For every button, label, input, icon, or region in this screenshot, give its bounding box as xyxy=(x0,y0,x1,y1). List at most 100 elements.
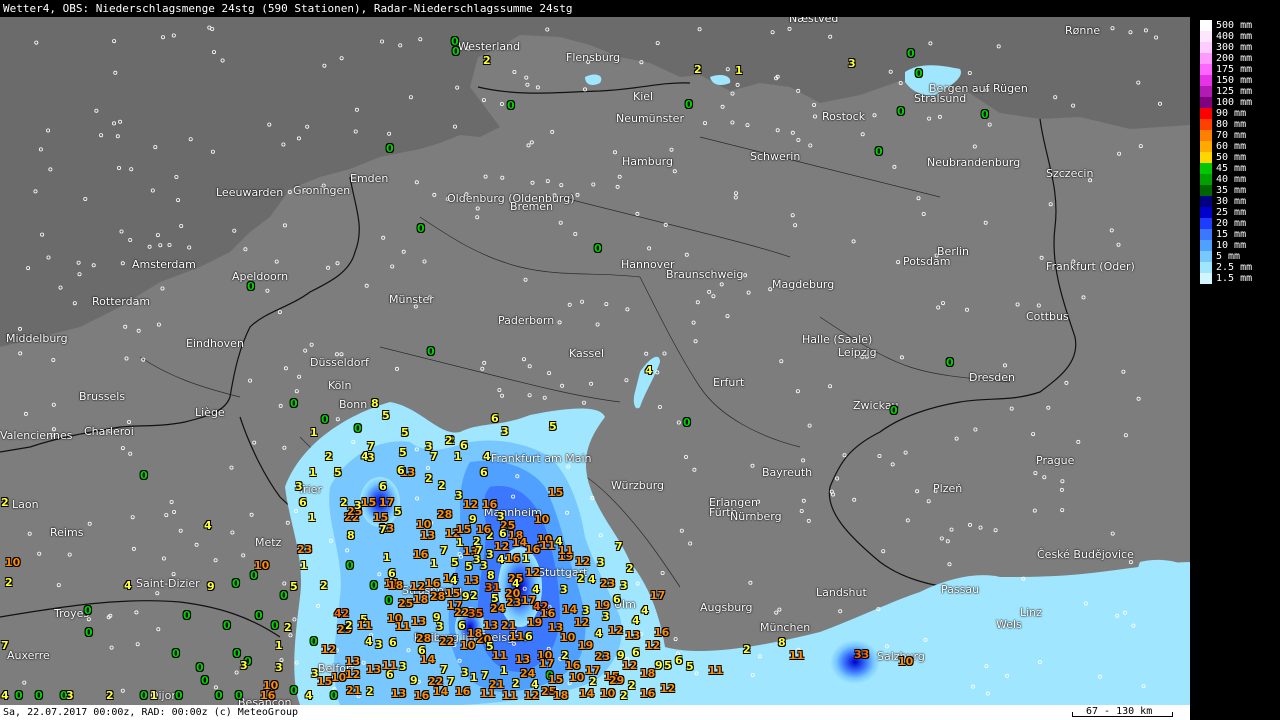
station-marker xyxy=(676,420,681,425)
station-marker xyxy=(872,113,877,118)
station-marker xyxy=(669,147,674,152)
station-marker xyxy=(1036,303,1041,308)
observation-value: 3 xyxy=(275,661,283,674)
observation-value: 3 xyxy=(582,604,590,617)
station-marker xyxy=(527,393,532,398)
city-label: Laon xyxy=(12,498,39,511)
legend-label: 500 mm xyxy=(1216,20,1253,31)
station-marker xyxy=(303,348,308,353)
observation-value: 11 xyxy=(357,619,373,632)
observation-value: 3 xyxy=(597,556,605,569)
observation-value: 13 xyxy=(483,619,499,632)
observation-value: 17 xyxy=(521,594,537,607)
station-marker xyxy=(135,642,140,647)
observation-value: 4 xyxy=(450,574,458,587)
station-marker xyxy=(750,463,755,468)
observation-value: 0 xyxy=(196,661,204,674)
observation-value: 28 xyxy=(416,632,432,645)
station-marker xyxy=(877,453,882,458)
city-label: Wels xyxy=(996,618,1022,631)
observation-value: 15 xyxy=(548,486,564,499)
observation-value: 2 xyxy=(438,479,446,492)
station-marker xyxy=(790,213,795,218)
city-label: Reims xyxy=(50,526,84,539)
legend-swatch xyxy=(1200,174,1212,185)
station-marker xyxy=(526,143,531,148)
observation-value: 5 xyxy=(549,420,557,433)
observation-value: 16 xyxy=(640,687,656,700)
station-marker xyxy=(335,261,340,266)
legend-item: 90 mm xyxy=(1198,108,1280,119)
station-marker xyxy=(483,174,488,179)
station-marker xyxy=(613,150,618,155)
legend-item: 80 mm xyxy=(1198,119,1280,130)
legend-item: 400 mm xyxy=(1198,31,1280,42)
station-marker xyxy=(156,322,161,327)
observation-value: 0 xyxy=(346,559,354,572)
station-marker xyxy=(278,403,283,408)
station-marker xyxy=(1116,242,1121,247)
station-marker xyxy=(381,235,386,240)
observation-value: 11 xyxy=(789,649,805,662)
station-marker xyxy=(288,633,293,638)
station-marker xyxy=(67,552,72,557)
station-marker xyxy=(1076,439,1081,444)
station-marker xyxy=(243,247,248,252)
station-marker xyxy=(422,259,427,264)
city-label: Düsseldorf xyxy=(310,356,369,369)
observation-value: 16 xyxy=(565,659,581,672)
observation-value: 16 xyxy=(540,607,556,620)
legend-swatch xyxy=(1200,64,1212,75)
station-marker xyxy=(615,184,620,189)
station-marker xyxy=(432,192,437,197)
station-marker xyxy=(745,123,750,128)
observation-value: 2 xyxy=(743,643,751,656)
observation-value: 1 xyxy=(310,426,318,439)
legend-swatch xyxy=(1200,42,1212,53)
observation-value: 0 xyxy=(215,689,223,702)
station-marker xyxy=(903,450,908,455)
station-marker xyxy=(414,180,419,185)
station-marker xyxy=(573,231,578,236)
observation-value: 3 xyxy=(602,610,610,623)
city-label: Bayreuth xyxy=(762,466,813,479)
station-marker xyxy=(241,553,246,558)
map-title: Wetter4, OBS: Niederschlagsmenge 24stg (… xyxy=(0,0,1193,17)
station-marker xyxy=(838,609,843,614)
observation-value: 2 xyxy=(628,679,636,692)
observation-value: 5 xyxy=(399,446,407,459)
legend-label: 10 mm xyxy=(1216,240,1247,251)
observation-value: 2 xyxy=(284,621,292,634)
precipitation-map[interactable]: Næstved Rønne Westerland Flensburg Kiel … xyxy=(0,17,1190,705)
station-marker xyxy=(941,301,946,306)
station-marker xyxy=(777,607,782,612)
station-marker xyxy=(936,305,941,310)
station-marker xyxy=(1123,433,1128,438)
observation-value: 1 xyxy=(430,557,438,570)
observation-value: 5 xyxy=(334,466,342,479)
status-text: Sa, 22.07.2017 00:00z, RAD: 00:00z (c) M… xyxy=(3,707,299,718)
observation-value: 0 xyxy=(890,404,898,417)
station-marker xyxy=(120,446,125,451)
station-marker xyxy=(595,322,600,327)
observation-value: 7 xyxy=(615,540,623,553)
station-marker xyxy=(679,528,684,533)
legend-item: 40 mm xyxy=(1198,174,1280,185)
observation-value: 0 xyxy=(85,626,93,639)
observation-value: 16 xyxy=(654,626,670,639)
observation-value: 1 xyxy=(383,551,391,564)
station-marker xyxy=(954,436,959,441)
station-marker xyxy=(734,191,739,196)
station-marker xyxy=(604,302,609,307)
station-marker xyxy=(1081,295,1086,300)
observation-value: 0 xyxy=(683,416,691,429)
station-marker xyxy=(793,223,798,228)
city-label: Köln xyxy=(328,379,352,392)
city-label: Emden xyxy=(350,172,389,185)
observation-value: 19 xyxy=(578,639,594,652)
station-marker xyxy=(274,259,279,264)
city-label: Brussels xyxy=(79,390,126,403)
observation-value: 1 xyxy=(150,689,158,702)
status-bar: Sa, 22.07.2017 00:00z, RAD: 00:00z (c) M… xyxy=(0,705,1190,720)
observation-value: 4 xyxy=(595,627,603,640)
